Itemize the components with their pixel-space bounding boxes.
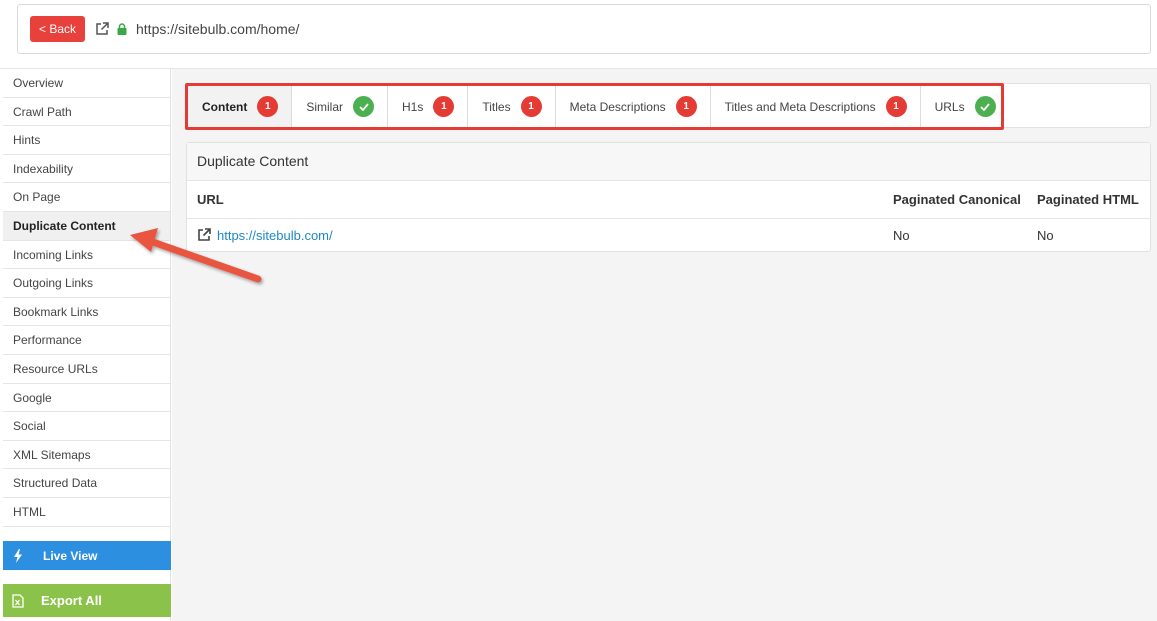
lightning-icon <box>11 548 25 563</box>
sidebar-nav: Overview Crawl Path Hints Indexability On Pa… <box>3 69 170 527</box>
error-count-badge: 1 <box>675 96 697 117</box>
address-bar: < Back https://sitebulb.com/home/ <box>17 4 1151 54</box>
url-cell: https://sitebulb.com/ <box>187 228 884 243</box>
sidebar-item-hints[interactable]: Hints <box>3 126 170 155</box>
column-header-paginated-canonical[interactable]: Paginated Canonical <box>884 192 1028 207</box>
tab-label: Content <box>202 99 248 114</box>
sidebar-item-google[interactable]: Google <box>3 384 170 413</box>
tab-urls[interactable]: URLs <box>921 86 1009 127</box>
check-icon <box>353 96 374 117</box>
panel-title: Duplicate Content <box>187 143 1150 181</box>
tabs-highlight-box: Content 1 Similar H1s 1 Titles 1 Meta Descripti… <box>185 83 1004 130</box>
external-link-icon[interactable] <box>197 228 211 242</box>
sidebar-item-incoming-links[interactable]: Incoming Links <box>3 241 170 270</box>
tab-similar[interactable]: Similar <box>292 86 388 127</box>
tab-label: URLs <box>934 99 965 114</box>
column-header-url[interactable]: URL <box>187 192 884 207</box>
tab-titles-and-meta-descriptions[interactable]: Titles and Meta Descriptions 1 <box>711 86 921 127</box>
main-content: Content 1 Similar H1s 1 Titles 1 Meta Descripti… <box>172 69 1157 621</box>
check-icon <box>974 96 996 117</box>
tab-label: H1s <box>402 99 424 114</box>
tab-bar: Content 1 Similar H1s 1 Titles 1 Meta Descripti… <box>185 83 1151 130</box>
sidebar-item-structured-data[interactable]: Structured Data <box>3 469 170 498</box>
tab-label: Titles <box>482 99 511 114</box>
paginated-canonical-cell: No <box>893 227 910 243</box>
sidebar-item-duplicate-content[interactable]: Duplicate Content <box>3 211 170 241</box>
table-row: https://sitebulb.com/No No <box>187 219 1150 251</box>
sidebar-item-performance[interactable]: Performance <box>3 326 170 355</box>
lock-icon <box>117 23 127 35</box>
paginated-html-cell: No <box>1037 227 1054 243</box>
sidebar-item-on-page[interactable]: On Page <box>3 183 170 212</box>
external-link-icon[interactable] <box>95 22 109 36</box>
tab-titles[interactable]: Titles 1 <box>468 86 556 127</box>
live-view-label: Live View <box>43 548 98 563</box>
current-url: https://sitebulb.com/home/ <box>136 21 300 37</box>
error-count-badge: 1 <box>257 96 279 117</box>
error-count-badge: 1 <box>885 96 907 117</box>
duplicate-content-panel: Duplicate Content URL Paginated Canonica… <box>186 142 1151 252</box>
tab-label: Similar <box>306 99 343 114</box>
tab-label: Titles and Meta Descriptions <box>724 99 876 114</box>
sidebar-item-overview[interactable]: Overview <box>3 69 170 98</box>
tab-meta-descriptions[interactable]: Meta Descriptions 1 <box>556 86 711 127</box>
sidebar-item-indexability[interactable]: Indexability <box>3 155 170 184</box>
tab-h1s[interactable]: H1s 1 <box>388 86 469 127</box>
url-link[interactable]: https://sitebulb.com/ <box>217 228 333 243</box>
error-count-badge: 1 <box>433 96 455 117</box>
back-button[interactable]: < Back <box>30 16 85 42</box>
error-count-badge: 1 <box>520 96 542 117</box>
table-header: URL Paginated Canonical Paginated HTML <box>187 181 1150 219</box>
sidebar: Overview Crawl Path Hints Indexability On Pa… <box>3 69 171 621</box>
export-all-label: Export All <box>41 593 102 608</box>
sidebar-item-social[interactable]: Social <box>3 412 170 441</box>
tab-label: Meta Descriptions <box>569 99 666 114</box>
live-view-button[interactable]: Live View <box>3 541 171 570</box>
sidebar-item-resource-urls[interactable]: Resource URLs <box>3 355 170 384</box>
tab-content[interactable]: Content 1 <box>188 86 293 127</box>
column-header-paginated-html[interactable]: Paginated HTML <box>1028 192 1150 207</box>
sidebar-item-html[interactable]: HTML <box>3 498 170 527</box>
sidebar-item-bookmark-links[interactable]: Bookmark Links <box>3 298 170 327</box>
excel-file-icon <box>11 593 25 608</box>
export-all-button[interactable]: Export All <box>3 584 171 617</box>
sidebar-item-crawl-path[interactable]: Crawl Path <box>3 98 170 127</box>
sidebar-item-xml-sitemaps[interactable]: XML Sitemaps <box>3 441 170 470</box>
table-body: https://sitebulb.com/No No <box>187 219 1150 251</box>
sidebar-item-outgoing-links[interactable]: Outgoing Links <box>3 269 170 298</box>
